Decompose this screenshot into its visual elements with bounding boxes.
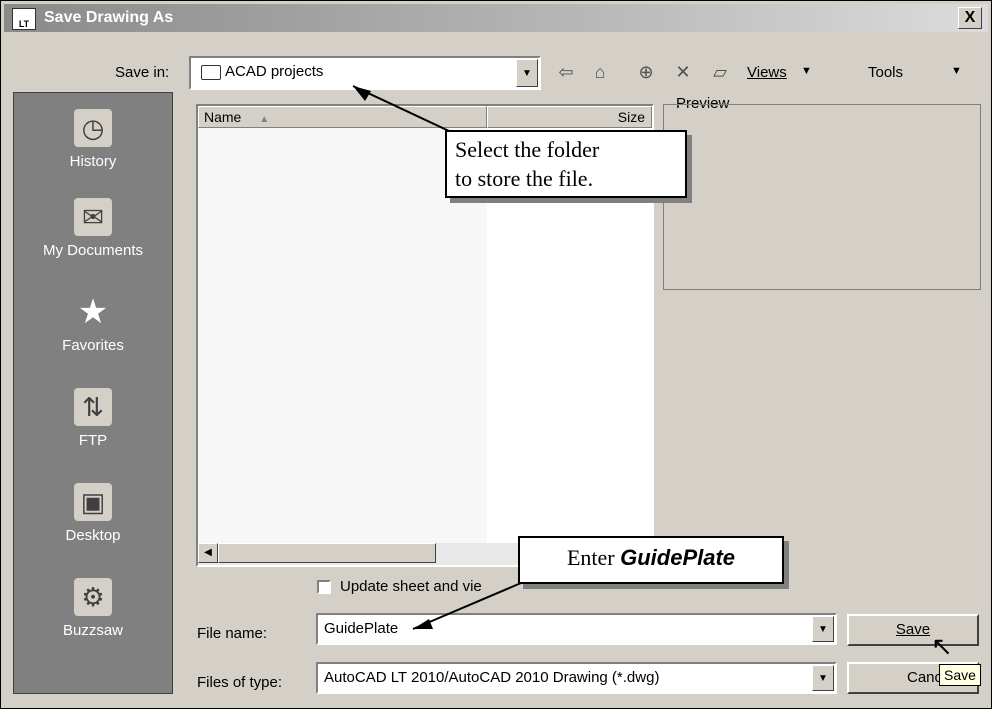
save-dialog: LT Save Drawing As X Save in: ACAD proje… (0, 0, 992, 709)
folder-arrowhead (353, 86, 371, 101)
enter-arrowhead (413, 619, 433, 629)
folder-callout-line1: Select the folder (455, 137, 600, 162)
folder-callout-line2: to store the file. (455, 166, 594, 191)
enter-callout: Enter GuidePlate (518, 536, 784, 584)
folder-callout: Select the folder to store the file. (445, 130, 687, 198)
enter-callout-value: GuidePlate (620, 545, 736, 570)
annotation-arrows (352, 85, 522, 630)
enter-callout-prefix: Enter (566, 545, 615, 570)
